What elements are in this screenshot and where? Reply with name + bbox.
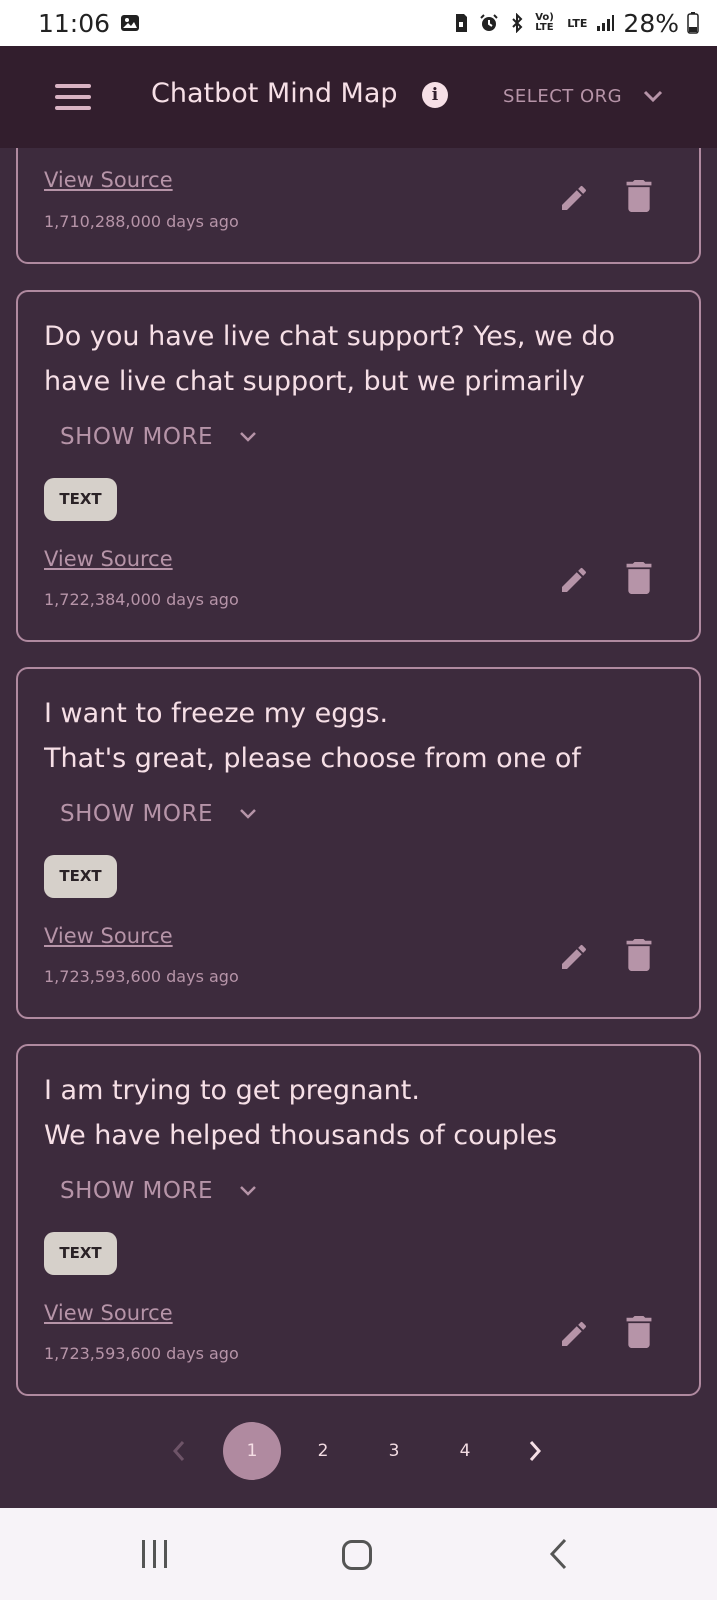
view-source-link[interactable]: View Source (44, 547, 173, 571)
show-more-label: SHOW MORE (60, 424, 214, 450)
entry-timestamp: 1,722,384,000 days ago (44, 590, 239, 609)
show-more-button[interactable]: SHOW MORE (60, 1178, 257, 1204)
delete-icon[interactable] (626, 180, 652, 212)
next-page-icon[interactable] (528, 1440, 542, 1462)
hamburger-menu-icon[interactable] (55, 84, 91, 112)
status-bar: 11:06 Vo) LTE LTE 28% (0, 0, 717, 46)
page-button-4[interactable]: 4 (436, 1422, 494, 1480)
entry-card: I am trying to get pregnant. We have hel… (16, 1044, 701, 1396)
chevron-down-icon (240, 432, 256, 442)
show-more-button[interactable]: SHOW MORE (60, 424, 257, 450)
delete-icon[interactable] (626, 939, 652, 971)
chevron-down-icon (240, 809, 256, 819)
chevron-down-icon (240, 1186, 256, 1196)
show-more-label: SHOW MORE (60, 1178, 214, 1204)
entry-text: I am trying to get pregnant. We have hel… (44, 1075, 558, 1151)
page-button-3[interactable]: 3 (365, 1422, 423, 1480)
view-source-link[interactable]: View Source (44, 1301, 173, 1325)
entry-text: Do you have live chat support? Yes, we d… (44, 321, 616, 397)
edit-icon[interactable] (558, 1318, 590, 1350)
pagination: 1 2 3 4 (0, 1422, 717, 1482)
entry-card: View Source 1,710,288,000 days ago (16, 148, 701, 264)
status-right: Vo) LTE LTE 28% (451, 9, 699, 38)
info-icon[interactable]: i (422, 82, 448, 108)
delete-icon[interactable] (626, 562, 652, 594)
edit-icon[interactable] (558, 941, 590, 973)
delete-icon[interactable] (626, 1316, 652, 1348)
chevron-down-icon[interactable] (643, 90, 663, 104)
back-icon[interactable] (548, 1538, 568, 1570)
status-left: 11:06 (38, 9, 140, 38)
home-icon[interactable] (342, 1540, 372, 1570)
entry-text: I want to freeze my eggs. That's great, … (44, 698, 581, 774)
view-source-link[interactable]: View Source (44, 924, 173, 948)
status-time: 11:06 (38, 8, 111, 38)
entry-card: Do you have live chat support? Yes, we d… (16, 290, 701, 642)
view-source-link[interactable]: View Source (44, 168, 173, 192)
type-chip: TEXT (44, 478, 117, 521)
network-label: Vo) LTE (535, 12, 554, 33)
gallery-icon (121, 15, 140, 31)
entries-list: View Source 1,710,288,000 days ago Do yo… (0, 148, 717, 1508)
app-bar: Chatbot Mind Map i SELECT ORG (0, 46, 717, 148)
entry-timestamp: 1,723,593,600 days ago (44, 967, 239, 986)
alarm-icon (480, 14, 498, 31)
select-org-dropdown[interactable]: SELECT ORG (503, 86, 622, 107)
previous-page-icon[interactable] (172, 1440, 186, 1462)
recent-apps-icon[interactable] (140, 1540, 170, 1568)
lte-label: LTE (567, 16, 588, 30)
type-chip: TEXT (44, 1232, 117, 1275)
battery-icon (687, 12, 699, 34)
battery-percent: 28% (623, 8, 679, 38)
page-title: Chatbot Mind Map (151, 78, 398, 109)
signal-icon (597, 15, 615, 31)
show-more-button[interactable]: SHOW MORE (60, 801, 257, 827)
bluetooth-icon (512, 13, 523, 33)
edit-icon[interactable] (558, 564, 590, 596)
sim-icon (456, 14, 468, 32)
type-chip: TEXT (44, 855, 117, 898)
entry-timestamp: 1,723,593,600 days ago (44, 1344, 239, 1363)
show-more-label: SHOW MORE (60, 801, 214, 827)
entry-card: I want to freeze my eggs. That's great, … (16, 667, 701, 1019)
edit-icon[interactable] (558, 182, 590, 214)
page-button-2[interactable]: 2 (294, 1422, 352, 1480)
system-nav-bar (0, 1508, 717, 1600)
page-button-1[interactable]: 1 (223, 1422, 281, 1480)
entry-timestamp: 1,710,288,000 days ago (44, 212, 239, 231)
